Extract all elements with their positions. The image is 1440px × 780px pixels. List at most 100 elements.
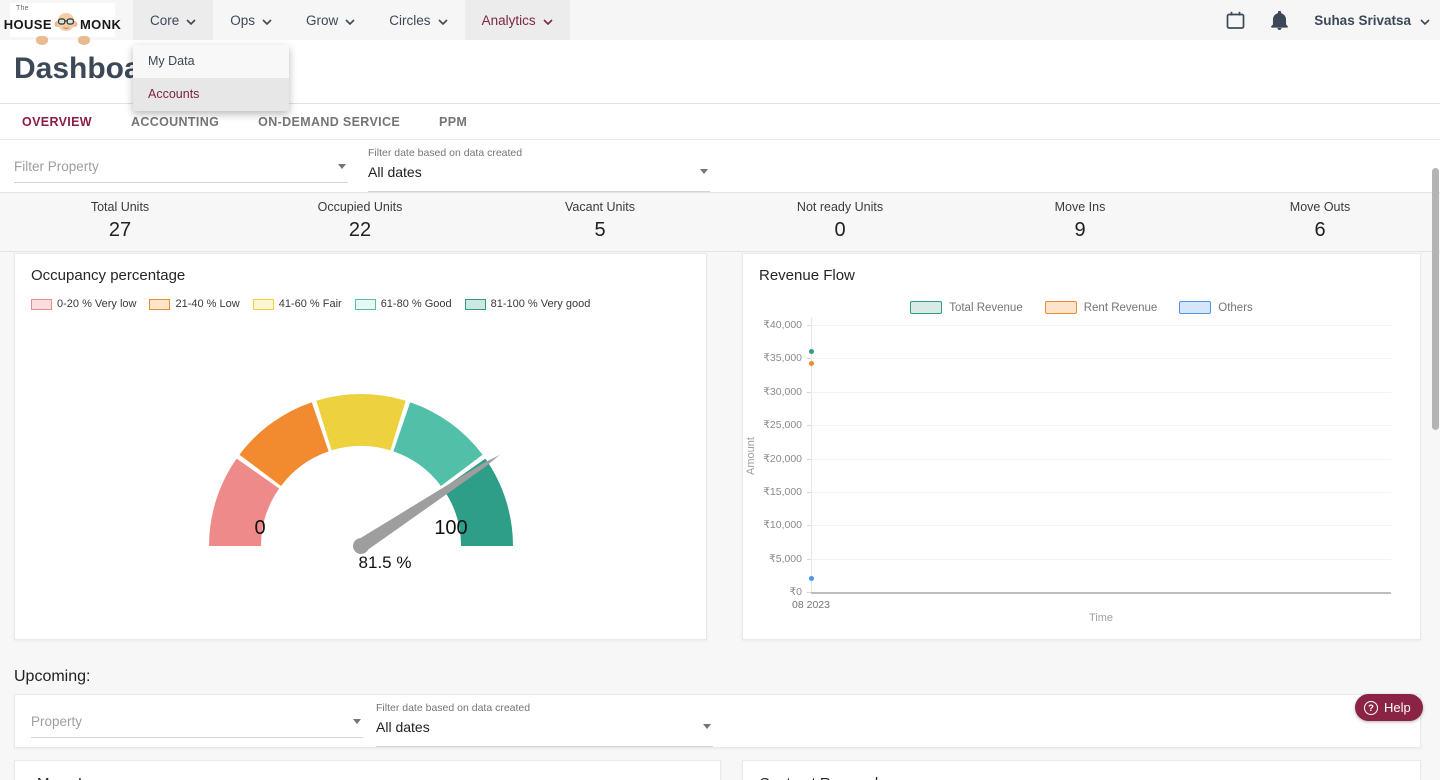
stat-label: Move Outs bbox=[1200, 200, 1440, 214]
paw-icon bbox=[78, 36, 90, 45]
axis-tick bbox=[807, 358, 811, 359]
stat-value: 22 bbox=[240, 219, 480, 242]
upcoming-property-select[interactable]: Property bbox=[31, 705, 363, 738]
gridline bbox=[811, 325, 1391, 326]
gridline bbox=[811, 459, 1391, 460]
legend-label: Rent Revenue bbox=[1084, 302, 1158, 314]
chevron-down-icon bbox=[262, 13, 272, 28]
stat-value: 5 bbox=[480, 219, 720, 242]
housemonk-logo[interactable]: The HOUSE MONK bbox=[10, 3, 115, 37]
stat-move-ins: Move Ins 9 bbox=[960, 193, 1200, 251]
tab-on-demand-service[interactable]: ON-DEMAND SERVICE bbox=[258, 115, 400, 129]
tab-accounting[interactable]: ACCOUNTING bbox=[131, 115, 219, 129]
top-nav-bar: The HOUSE MONK Core Ops bbox=[0, 0, 1440, 40]
occupancy-legend: 0-20 % Very low 21-40 % Low 41-60 % Fair… bbox=[31, 298, 590, 310]
gridline bbox=[811, 525, 1391, 526]
stat-occupied-units: Occupied Units 22 bbox=[240, 193, 480, 251]
user-menu[interactable]: Suhas Srivatsa bbox=[1314, 13, 1430, 28]
nav-item-analytics[interactable]: Analytics bbox=[465, 0, 570, 40]
move-ins-card: Move Ins bbox=[14, 760, 721, 780]
nav-item-ops[interactable]: Ops bbox=[213, 0, 289, 40]
data-point[interactable] bbox=[809, 361, 814, 366]
upcoming-date-label: Filter date based on data created bbox=[376, 702, 530, 714]
revenue-flow-title: Revenue Flow bbox=[759, 267, 855, 284]
nav-item-label: Ops bbox=[230, 13, 255, 28]
nav-item-circles[interactable]: Circles bbox=[372, 0, 464, 40]
stat-value: 9 bbox=[960, 219, 1200, 242]
gridline bbox=[811, 425, 1391, 426]
legend-item-total-revenue[interactable]: Total Revenue bbox=[910, 301, 1023, 314]
data-point[interactable] bbox=[809, 349, 814, 354]
upcoming-property-placeholder: Property bbox=[31, 705, 363, 738]
filter-property-select[interactable]: Filter Property bbox=[14, 150, 348, 183]
upcoming-filter-bar: Property Filter date based on data creat… bbox=[14, 694, 1421, 748]
stat-total-units: Total Units 27 bbox=[0, 193, 240, 251]
stat-vacant-units: Vacant Units 5 bbox=[480, 193, 720, 251]
dropdown-arrow-icon bbox=[700, 169, 708, 174]
legend-label: 81-100 % Very good bbox=[491, 298, 591, 310]
legend-swatch bbox=[149, 299, 170, 310]
legend-item: 81-100 % Very good bbox=[465, 298, 591, 310]
axis-tick bbox=[807, 492, 811, 493]
filter-date-select[interactable]: All dates bbox=[368, 159, 710, 192]
chevron-down-icon bbox=[543, 13, 553, 28]
vertical-scrollbar-thumb[interactable] bbox=[1432, 168, 1439, 430]
nav-item-label: Circles bbox=[389, 13, 430, 28]
nav-item-label: Analytics bbox=[482, 13, 536, 28]
stat-label: Vacant Units bbox=[480, 200, 720, 214]
stat-label: Total Units bbox=[0, 200, 240, 214]
legend-label: 61-80 % Good bbox=[381, 298, 452, 310]
tab-overview[interactable]: OVERVIEW bbox=[22, 115, 92, 129]
gridline bbox=[811, 492, 1391, 493]
help-button[interactable]: ? Help bbox=[1355, 694, 1423, 721]
filter-property-placeholder: Filter Property bbox=[14, 150, 348, 183]
stat-value: 6 bbox=[1200, 219, 1440, 242]
upcoming-date-select[interactable]: All dates bbox=[376, 714, 713, 747]
data-point[interactable] bbox=[809, 576, 814, 581]
upcoming-heading: Upcoming: bbox=[14, 668, 90, 686]
stat-label: Occupied Units bbox=[240, 200, 480, 214]
tab-ppm[interactable]: PPM bbox=[439, 115, 467, 129]
logo-the-text: The bbox=[16, 5, 29, 12]
revenue-legend: Total Revenue Rent Revenue Others bbox=[743, 301, 1420, 314]
stat-value: 0 bbox=[720, 219, 960, 242]
legend-swatch bbox=[910, 301, 942, 314]
upcoming-date-value: All dates bbox=[376, 714, 713, 740]
stat-label: Not ready Units bbox=[720, 200, 960, 214]
user-name: Suhas Srivatsa bbox=[1314, 13, 1411, 28]
y-axis-tick-label: ₹0 bbox=[789, 586, 802, 598]
nav-item-label: Grow bbox=[306, 13, 338, 28]
app-root: The HOUSE MONK Core Ops bbox=[0, 0, 1440, 780]
stat-not-ready-units: Not ready Units 0 bbox=[720, 193, 960, 251]
nav-item-grow[interactable]: Grow bbox=[289, 0, 372, 40]
filter-date-label: Filter date based on data created bbox=[368, 147, 522, 159]
chevron-down-icon bbox=[1420, 13, 1430, 28]
revenue-flow-card: Revenue Flow Total Revenue Rent Revenue … bbox=[742, 253, 1421, 640]
dropdown-arrow-icon bbox=[353, 719, 361, 724]
y-axis-tick-label: ₹25,000 bbox=[763, 419, 802, 431]
nav-item-core[interactable]: Core bbox=[133, 0, 213, 40]
legend-swatch bbox=[465, 299, 486, 310]
legend-item-others[interactable]: Others bbox=[1179, 301, 1253, 314]
chevron-down-icon bbox=[438, 13, 448, 28]
legend-label: 21-40 % Low bbox=[175, 298, 239, 310]
logo-house-text: HOUSE bbox=[4, 17, 52, 32]
monk-face-icon bbox=[54, 12, 78, 32]
legend-item-rent-revenue[interactable]: Rent Revenue bbox=[1045, 301, 1158, 314]
x-axis-line bbox=[811, 592, 1391, 594]
legend-swatch bbox=[355, 299, 376, 310]
gauge-value-label: 81.5 % bbox=[325, 553, 445, 573]
chevron-down-icon bbox=[345, 13, 355, 28]
notifications-bell-icon[interactable] bbox=[1271, 11, 1288, 30]
header-actions: Suhas Srivatsa bbox=[1226, 0, 1430, 40]
filter-bar: Filter Property Filter date based on dat… bbox=[0, 140, 1440, 192]
legend-item: 61-80 % Good bbox=[355, 298, 452, 310]
calendar-icon[interactable] bbox=[1226, 11, 1245, 30]
menu-item-accounts[interactable]: Accounts bbox=[133, 78, 289, 111]
legend-label: 0-20 % Very low bbox=[57, 298, 136, 310]
help-button-label: Help bbox=[1384, 700, 1411, 715]
x-axis-tick-label: 08 2023 bbox=[781, 599, 841, 611]
menu-item-my-data[interactable]: My Data bbox=[133, 45, 289, 78]
main-nav: Core Ops Grow Circles Analytics bbox=[133, 0, 570, 40]
y-axis-tick-label: ₹40,000 bbox=[763, 319, 802, 331]
